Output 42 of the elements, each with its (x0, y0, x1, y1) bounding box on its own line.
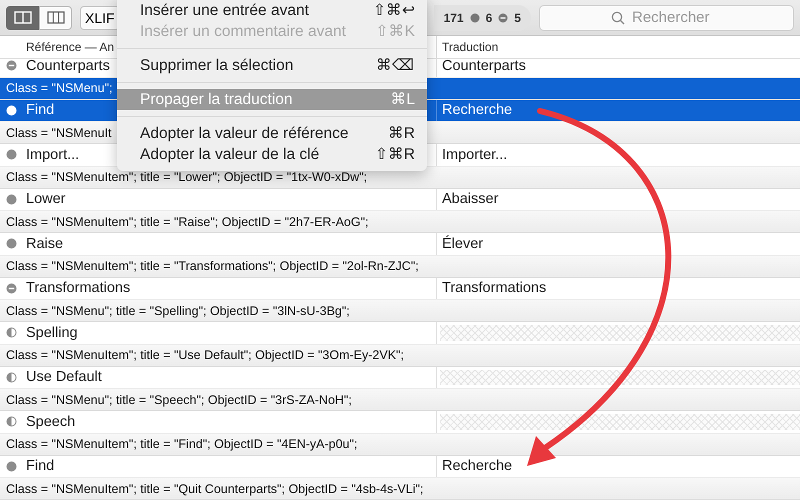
translation-text: Recherche (442, 102, 512, 118)
menu-item-label: Adopter la valeur de référence (140, 124, 349, 142)
translation-text: Counterparts (442, 58, 526, 74)
reference-text: Lower (26, 191, 66, 208)
comment-text: Class = "NSMenuItem"; title = "Lower"; ObjectID = "1tx-W0-xDw"; (6, 170, 368, 184)
comment-text: Class = "NSMenu"; (6, 81, 112, 95)
reference-text: Raise (26, 236, 64, 252)
translation-text: Recherche (442, 458, 512, 474)
reference-text: Use Default (26, 369, 102, 386)
menu-item-label: Insérer une entrée avant (140, 2, 309, 20)
translation-text: Élever (442, 236, 484, 252)
shortcut-label: ⌘R (388, 124, 415, 143)
shortcut-label: ⌘⌫ (376, 56, 415, 75)
comment-text: Class = "NSMenuItem"; title = "Transformations"; ObjectID = "2ol-Rn-ZJC"; (6, 259, 419, 273)
reference-text: Import... (26, 146, 80, 163)
comment-text: Class = "NSMenu"; title = "Spelling"; ObjectID = "3lN-sU-3Bg"; (6, 304, 350, 318)
count-label: 5 (514, 10, 521, 24)
menu-item-label: Propager la traduction (140, 90, 293, 108)
shortcut-label: ⌘L (390, 90, 415, 109)
comment-text: Class = "NSMenu"; title = "Speech"; ObjectID = "3rS-ZA-NoH"; (6, 392, 352, 406)
translation-text: Importer... (442, 146, 508, 163)
menu-item-label: Insérer un commentaire avant (140, 22, 346, 40)
shortcut-label: ⇧⌘↩ (373, 1, 415, 20)
menu-item-label: Adopter la valeur de la clé (140, 146, 320, 164)
menu-item-label: Supprimer la sélection (140, 56, 294, 74)
reference-text: Speech (26, 414, 76, 430)
comment-text: Class = "NSMenuItem"; title = "Raise"; ObjectID = "2h7-ER-AoG"; (6, 214, 369, 228)
translation-text: Transformations (442, 280, 546, 296)
reference-text: Counterparts (26, 58, 110, 74)
count-label: 171 (444, 10, 464, 24)
comment-text: Class = "NSMenuItem"; title = "Use Default"; ObjectID = "3Om-Ey-2VK"; (6, 348, 404, 362)
comment-text: Class = "NSMenuItem"; title = "Find"; ObjectID = "4EN-yA-p0u"; (6, 437, 358, 451)
comment-text: Class = "NSMenuItem"; title = "Quit Counterparts"; ObjectID = "4sb-4s-VLi"; (6, 482, 424, 496)
reference-text: Find (26, 458, 54, 474)
shortcut-label: ⇧⌘R (374, 145, 415, 164)
translation-text: Abaisser (442, 191, 498, 208)
count-label: 6 (486, 10, 492, 24)
reference-text: Transformations (26, 280, 130, 296)
shortcut-label: ⇧⌘K (376, 22, 415, 41)
comment-text: Class = "NSMenuIt (6, 126, 112, 140)
reference-text: Find (26, 102, 54, 118)
reference-text: Spelling (26, 324, 78, 341)
